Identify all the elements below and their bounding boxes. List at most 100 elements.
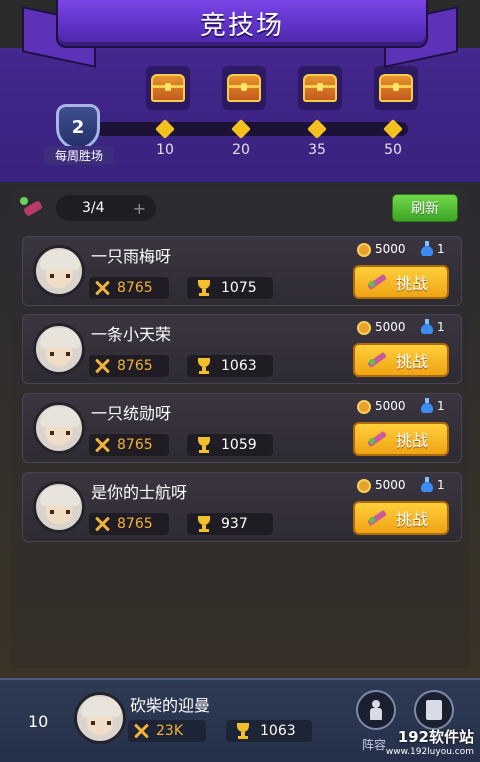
power-stat: 8765 (89, 513, 169, 535)
opponent-card: 一只雨梅呀 8765 1075 5000 1 挑战 (22, 236, 462, 306)
my-rank: 10 (28, 712, 49, 731)
potion-icon (421, 241, 433, 257)
trophy-value: 1059 (221, 437, 257, 453)
opponent-card: 一条小天荣 8765 1063 5000 1 挑战 (22, 314, 462, 384)
reward-chest-1[interactable] (146, 66, 190, 110)
trophy-icon (195, 279, 213, 297)
trophy-icon (195, 436, 213, 454)
trophy-value: 1075 (221, 280, 257, 296)
opponent-avatar[interactable] (33, 245, 85, 297)
ticket-icon (20, 195, 46, 221)
challenge-icon (367, 273, 387, 291)
power-value: 8765 (117, 280, 153, 296)
weekly-wins-count: 2 (71, 116, 85, 138)
pawn-icon (370, 700, 382, 720)
challenge-button[interactable]: 挑战 (353, 265, 449, 299)
crossed-swords-icon (93, 436, 111, 454)
watermark-logo: 192软件站 (397, 728, 474, 746)
coin-reward: 5000 (375, 320, 406, 334)
reward-chest-3[interactable] (298, 66, 342, 110)
power-value: 8765 (117, 516, 153, 532)
challenge-label: 挑战 (395, 510, 428, 529)
challenge-button[interactable]: 挑战 (353, 422, 449, 456)
reward-chest-2[interactable] (222, 66, 266, 110)
crossed-swords-icon (93, 515, 111, 533)
my-avatar[interactable] (74, 692, 126, 744)
refresh-button[interactable]: 刷新 (392, 194, 458, 222)
coin-icon (357, 479, 371, 493)
my-power-stat: 23K (128, 720, 206, 742)
record-book-button[interactable] (414, 690, 454, 730)
trophy-stat: 937 (187, 513, 273, 535)
lineup-button[interactable] (356, 690, 396, 730)
challenge-button[interactable]: 挑战 (353, 343, 449, 377)
milestone-label: 10 (156, 142, 174, 158)
coin-reward: 5000 (375, 478, 406, 492)
power-stat: 8765 (89, 434, 169, 456)
watermark-url: www.192luyou.com (385, 747, 474, 757)
potion-icon (421, 398, 433, 414)
weekly-progress-track (96, 122, 408, 136)
coin-icon (357, 400, 371, 414)
potion-icon (421, 319, 433, 335)
trophy-value: 937 (221, 516, 248, 532)
coin-icon (357, 321, 371, 335)
add-ticket-button[interactable]: + (133, 199, 146, 218)
milestone-label: 50 (384, 142, 402, 158)
challenge-icon (367, 351, 387, 369)
potion-reward: 1 (437, 478, 445, 492)
power-stat: 8765 (89, 355, 169, 377)
coin-icon (357, 243, 371, 257)
challenge-label: 挑战 (395, 274, 428, 293)
trophy-icon (195, 357, 213, 375)
chest-icon (379, 74, 413, 102)
opponent-name: 一只统勋呀 (91, 404, 172, 423)
challenge-label: 挑战 (395, 352, 428, 371)
title-banner: 竞技场 (56, 0, 428, 48)
challenge-button[interactable]: 挑战 (353, 501, 449, 535)
page-title: 竞技场 (199, 10, 284, 41)
challenge-label: 挑战 (395, 431, 428, 450)
power-value: 8765 (117, 358, 153, 374)
opponent-avatar[interactable] (33, 481, 85, 533)
coin-reward: 5000 (375, 242, 406, 256)
weekly-wins-shield-icon: 2 (56, 104, 100, 150)
opponent-name: 是你的士航呀 (91, 483, 188, 502)
coin-reward: 5000 (375, 399, 406, 413)
opponent-avatar[interactable] (33, 323, 85, 375)
my-trophy-value: 1063 (260, 723, 296, 739)
opponent-card: 是你的士航呀 8765 937 5000 1 挑战 (22, 472, 462, 542)
my-trophy-stat: 1063 (226, 720, 312, 742)
milestone-label: 35 (308, 142, 326, 158)
weekly-wins-label: 每周胜场 (44, 146, 114, 165)
opponent-avatar[interactable] (33, 402, 85, 454)
my-name: 砍柴的迎曼 (130, 696, 211, 715)
challenge-icon (367, 430, 387, 448)
trophy-icon (195, 515, 213, 533)
trophy-icon (234, 722, 252, 740)
potion-icon (421, 477, 433, 493)
trophy-stat: 1059 (187, 434, 273, 456)
chest-icon (151, 74, 185, 102)
chest-icon (303, 74, 337, 102)
power-stat: 8765 (89, 277, 169, 299)
challenge-icon (367, 509, 387, 527)
potion-reward: 1 (437, 242, 445, 256)
book-icon (426, 700, 442, 720)
potion-reward: 1 (437, 320, 445, 334)
trophy-stat: 1063 (187, 355, 273, 377)
ticket-counter: 3/4 + (56, 195, 156, 221)
my-power-value: 23K (156, 723, 183, 739)
crossed-swords-icon (132, 722, 150, 740)
opponent-name: 一条小天荣 (91, 325, 172, 344)
ticket-count: 3/4 (82, 200, 105, 216)
trophy-value: 1063 (221, 358, 257, 374)
opponent-card: 一只统勋呀 8765 1059 5000 1 挑战 (22, 393, 462, 463)
lineup-label: 阵容 (362, 738, 387, 752)
reward-chest-4[interactable] (374, 66, 418, 110)
trophy-stat: 1075 (187, 277, 273, 299)
crossed-swords-icon (93, 279, 111, 297)
milestone-label: 20 (232, 142, 250, 158)
power-value: 8765 (117, 437, 153, 453)
chest-icon (227, 74, 261, 102)
